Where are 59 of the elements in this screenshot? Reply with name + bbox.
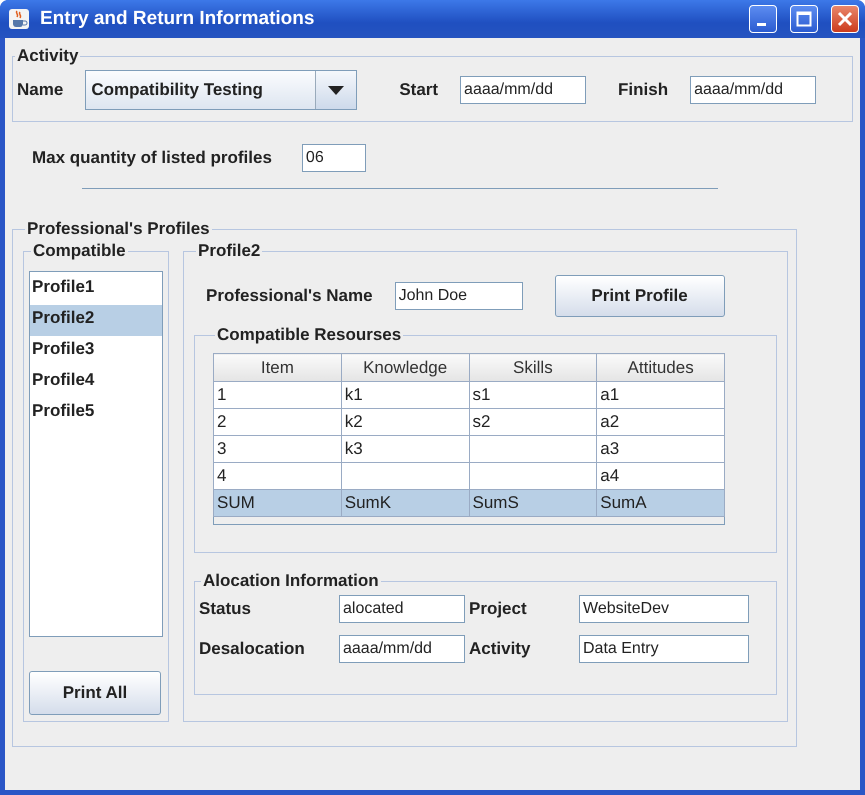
table-cell: k1 — [341, 382, 469, 408]
column-header[interactable]: Item — [214, 354, 342, 382]
allocation-field[interactable]: Data Entry — [579, 635, 749, 663]
field-label: Finish — [618, 80, 668, 100]
table-cell: a1 — [596, 382, 724, 408]
group-title: Profile2 — [197, 241, 262, 261]
profile-list-item[interactable]: Profile4 — [30, 367, 162, 398]
allocation-field[interactable]: alocated — [339, 595, 465, 623]
column-header[interactable]: Skills — [469, 354, 597, 382]
field-label: Name — [17, 80, 64, 100]
coffee-cup-icon — [8, 8, 30, 30]
field-label: Max quantity of listed profiles — [32, 148, 272, 168]
table-cell: k2 — [341, 408, 469, 436]
group-title: Compatible — [32, 241, 127, 261]
column-header[interactable]: Knowledge — [341, 354, 469, 382]
profile-list-item[interactable]: Profile1 — [30, 274, 162, 305]
field-label: Professional's Name — [206, 286, 373, 306]
caret-icon — [328, 86, 344, 94]
group-title: Alocation Information — [202, 571, 380, 591]
allocation-field[interactable]: WebsiteDev — [579, 595, 749, 623]
finish-date-field[interactable]: aaaa/mm/dd — [690, 76, 816, 104]
maximize-icon — [796, 11, 812, 27]
minimize-button[interactable] — [749, 5, 777, 33]
group-title: Professional's Profiles — [26, 219, 211, 239]
print-profile-button[interactable]: Print Profile — [554, 275, 725, 317]
table-cell: a2 — [596, 408, 724, 436]
close-button[interactable] — [831, 5, 859, 33]
table-cell: SUM — [214, 490, 342, 516]
group-title: Activity — [16, 46, 80, 66]
table-cell: SumS — [469, 490, 597, 516]
field-label: Activity — [469, 639, 532, 659]
activity-dropdown[interactable]: Compatibility Testing — [85, 70, 358, 110]
group-title: Compatible Resourses — [216, 325, 402, 345]
table-cell: s2 — [469, 408, 597, 436]
name-field[interactable]: John Doe — [394, 282, 523, 310]
maximize-button[interactable] — [790, 5, 818, 33]
window-title: Entry and Return Informations — [40, 8, 316, 30]
table-cell: s1 — [469, 382, 597, 408]
table-cell: 3 — [214, 436, 342, 462]
profile-list-item[interactable]: Profile3 — [30, 336, 162, 367]
table-cell: k3 — [341, 436, 469, 462]
profile-list-item[interactable]: Profile5 — [30, 398, 162, 429]
max-profiles-field[interactable]: 06 — [302, 144, 366, 172]
allocation-field[interactable]: aaaa/mm/dd — [339, 635, 465, 663]
close-icon — [837, 11, 853, 27]
minimize-icon — [756, 22, 766, 26]
profile-list-item[interactable]: Profile2 — [30, 305, 162, 336]
table-cell: 1 — [214, 382, 342, 408]
field-label: Start — [399, 80, 438, 100]
column-header[interactable]: Attitudes — [596, 354, 724, 382]
table-cell: a3 — [596, 436, 724, 462]
table-cell: SumA — [596, 490, 724, 516]
print-all-button[interactable]: Print All — [29, 671, 161, 715]
field-label: Project — [469, 599, 528, 619]
table-cell: 2 — [214, 408, 342, 436]
field-label: Status — [199, 599, 252, 619]
start-date-field[interactable]: aaaa/mm/dd — [460, 76, 586, 104]
field-label: Desalocation — [199, 639, 306, 659]
table-cell: SumK — [341, 490, 469, 516]
